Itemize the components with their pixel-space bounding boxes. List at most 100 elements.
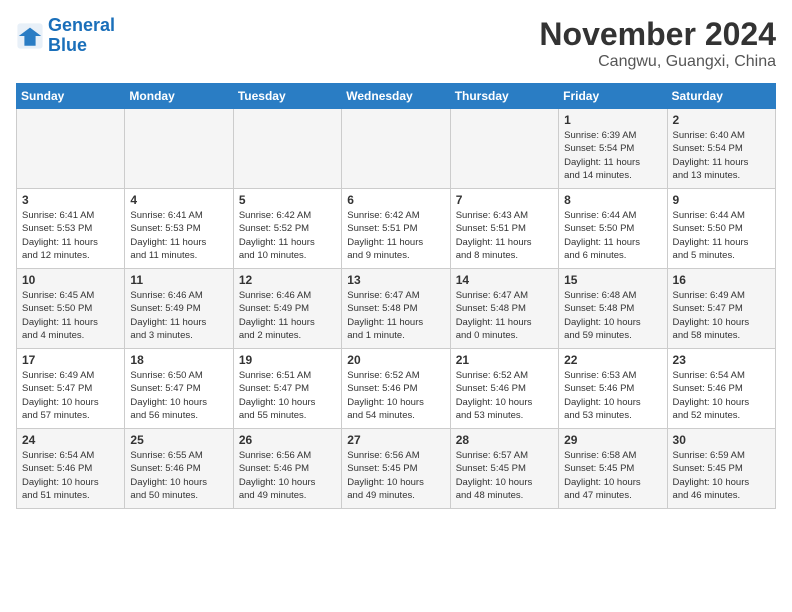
day-number: 26 [239, 433, 336, 447]
day-number: 4 [130, 193, 227, 207]
day-info: Sunrise: 6:39 AM Sunset: 5:54 PM Dayligh… [564, 129, 661, 182]
day-number: 11 [130, 273, 227, 287]
calendar-cell: 13 Sunrise: 6:47 AM Sunset: 5:48 PM Dayli… [342, 269, 450, 349]
day-number: 29 [564, 433, 661, 447]
day-number: 15 [564, 273, 661, 287]
day-info: Sunrise: 6:40 AM Sunset: 5:54 PM Dayligh… [673, 129, 770, 182]
day-info: Sunrise: 6:45 AM Sunset: 5:50 PM Dayligh… [22, 289, 119, 342]
calendar-cell: 7 Sunrise: 6:43 AM Sunset: 5:51 PM Daylig… [450, 189, 558, 269]
day-number: 8 [564, 193, 661, 207]
week-row-5: 24 Sunrise: 6:54 AM Sunset: 5:46 PM Dayli… [17, 429, 776, 509]
day-info: Sunrise: 6:47 AM Sunset: 5:48 PM Dayligh… [347, 289, 444, 342]
calendar-cell: 21 Sunrise: 6:52 AM Sunset: 5:46 PM Dayli… [450, 349, 558, 429]
calendar-cell: 24 Sunrise: 6:54 AM Sunset: 5:46 PM Dayli… [17, 429, 125, 509]
calendar-cell: 27Sunrise: 6:56 AM Sunset: 5:45 PM Dayli… [342, 429, 450, 509]
day-number: 10 [22, 273, 119, 287]
day-number: 1 [564, 113, 661, 127]
weekday-header-wednesday: Wednesday [342, 84, 450, 109]
weekday-header-friday: Friday [559, 84, 667, 109]
calendar-cell: 5 Sunrise: 6:42 AM Sunset: 5:52 PM Daylig… [233, 189, 341, 269]
calendar-cell: 11 Sunrise: 6:46 AM Sunset: 5:49 PM Dayli… [125, 269, 233, 349]
calendar-cell: 26 Sunrise: 6:56 AM Sunset: 5:46 PM Dayli… [233, 429, 341, 509]
weekday-header-monday: Monday [125, 84, 233, 109]
day-info: Sunrise: 6:42 AM Sunset: 5:52 PM Dayligh… [239, 209, 336, 262]
title-block: November 2024 Cangwu, Guangxi, China [539, 16, 776, 71]
calendar-cell: 25Sunrise: 6:55 AM Sunset: 5:46 PM Dayli… [125, 429, 233, 509]
day-number: 7 [456, 193, 553, 207]
week-row-1: 1 Sunrise: 6:39 AM Sunset: 5:54 PM Daylig… [17, 109, 776, 189]
day-number: 22 [564, 353, 661, 367]
day-info: Sunrise: 6:51 AM Sunset: 5:47 PM Dayligh… [239, 369, 336, 422]
day-number: 18 [130, 353, 227, 367]
day-info: Sunrise: 6:57 AM Sunset: 5:45 PM Dayligh… [456, 449, 553, 502]
calendar-cell: 22Sunrise: 6:53 AM Sunset: 5:46 PM Dayli… [559, 349, 667, 429]
calendar-cell: 9 Sunrise: 6:44 AM Sunset: 5:50 PM Daylig… [667, 189, 775, 269]
calendar-cell: 8 Sunrise: 6:44 AM Sunset: 5:50 PM Daylig… [559, 189, 667, 269]
calendar-cell: 10 Sunrise: 6:45 AM Sunset: 5:50 PM Dayli… [17, 269, 125, 349]
day-info: Sunrise: 6:44 AM Sunset: 5:50 PM Dayligh… [564, 209, 661, 262]
day-number: 17 [22, 353, 119, 367]
calendar-cell: 29Sunrise: 6:58 AM Sunset: 5:45 PM Dayli… [559, 429, 667, 509]
logo-text: GeneralBlue [48, 16, 115, 56]
calendar-cell: 4 Sunrise: 6:41 AM Sunset: 5:53 PM Daylig… [125, 189, 233, 269]
day-info: Sunrise: 6:54 AM Sunset: 5:46 PM Dayligh… [673, 369, 770, 422]
calendar-cell [17, 109, 125, 189]
day-number: 14 [456, 273, 553, 287]
calendar-cell: 19 Sunrise: 6:51 AM Sunset: 5:47 PM Dayli… [233, 349, 341, 429]
weekday-header-saturday: Saturday [667, 84, 775, 109]
day-info: Sunrise: 6:54 AM Sunset: 5:46 PM Dayligh… [22, 449, 119, 502]
weekday-header-row: SundayMondayTuesdayWednesdayThursdayFrid… [17, 84, 776, 109]
day-number: 16 [673, 273, 770, 287]
day-number: 21 [456, 353, 553, 367]
day-number: 12 [239, 273, 336, 287]
calendar-cell: 28Sunrise: 6:57 AM Sunset: 5:45 PM Dayli… [450, 429, 558, 509]
day-number: 5 [239, 193, 336, 207]
calendar-cell: 1 Sunrise: 6:39 AM Sunset: 5:54 PM Daylig… [559, 109, 667, 189]
day-info: Sunrise: 6:52 AM Sunset: 5:46 PM Dayligh… [456, 369, 553, 422]
day-info: Sunrise: 6:59 AM Sunset: 5:45 PM Dayligh… [673, 449, 770, 502]
day-number: 24 [22, 433, 119, 447]
calendar-cell: 16Sunrise: 6:49 AM Sunset: 5:47 PM Dayli… [667, 269, 775, 349]
calendar-cell: 15 Sunrise: 6:48 AM Sunset: 5:48 PM Dayli… [559, 269, 667, 349]
logo-icon [16, 22, 44, 50]
day-number: 20 [347, 353, 444, 367]
day-number: 23 [673, 353, 770, 367]
day-info: Sunrise: 6:56 AM Sunset: 5:45 PM Dayligh… [347, 449, 444, 502]
calendar-cell [450, 109, 558, 189]
day-info: Sunrise: 6:46 AM Sunset: 5:49 PM Dayligh… [239, 289, 336, 342]
calendar-cell: 2Sunrise: 6:40 AM Sunset: 5:54 PM Daylig… [667, 109, 775, 189]
week-row-2: 3 Sunrise: 6:41 AM Sunset: 5:53 PM Daylig… [17, 189, 776, 269]
day-number: 30 [673, 433, 770, 447]
day-number: 6 [347, 193, 444, 207]
weekday-header-sunday: Sunday [17, 84, 125, 109]
day-info: Sunrise: 6:42 AM Sunset: 5:51 PM Dayligh… [347, 209, 444, 262]
weekday-header-thursday: Thursday [450, 84, 558, 109]
weekday-header-tuesday: Tuesday [233, 84, 341, 109]
day-info: Sunrise: 6:49 AM Sunset: 5:47 PM Dayligh… [22, 369, 119, 422]
logo: GeneralBlue [16, 16, 115, 56]
calendar-cell: 14 Sunrise: 6:47 AM Sunset: 5:48 PM Dayli… [450, 269, 558, 349]
day-info: Sunrise: 6:56 AM Sunset: 5:46 PM Dayligh… [239, 449, 336, 502]
calendar-cell [342, 109, 450, 189]
calendar-cell: 30 Sunrise: 6:59 AM Sunset: 5:45 PM Dayli… [667, 429, 775, 509]
calendar-subtitle: Cangwu, Guangxi, China [539, 53, 776, 71]
day-number: 9 [673, 193, 770, 207]
day-info: Sunrise: 6:41 AM Sunset: 5:53 PM Dayligh… [130, 209, 227, 262]
calendar-cell: 18 Sunrise: 6:50 AM Sunset: 5:47 PM Dayli… [125, 349, 233, 429]
day-info: Sunrise: 6:50 AM Sunset: 5:47 PM Dayligh… [130, 369, 227, 422]
day-info: Sunrise: 6:46 AM Sunset: 5:49 PM Dayligh… [130, 289, 227, 342]
calendar-cell: 17 Sunrise: 6:49 AM Sunset: 5:47 PM Dayli… [17, 349, 125, 429]
week-row-3: 10 Sunrise: 6:45 AM Sunset: 5:50 PM Dayli… [17, 269, 776, 349]
day-number: 3 [22, 193, 119, 207]
page-header: GeneralBlue November 2024 Cangwu, Guangx… [16, 16, 776, 71]
day-number: 19 [239, 353, 336, 367]
calendar-cell: 6 Sunrise: 6:42 AM Sunset: 5:51 PM Daylig… [342, 189, 450, 269]
day-info: Sunrise: 6:44 AM Sunset: 5:50 PM Dayligh… [673, 209, 770, 262]
day-number: 13 [347, 273, 444, 287]
calendar-cell: 12 Sunrise: 6:46 AM Sunset: 5:49 PM Dayli… [233, 269, 341, 349]
day-info: Sunrise: 6:43 AM Sunset: 5:51 PM Dayligh… [456, 209, 553, 262]
calendar-cell [125, 109, 233, 189]
day-info: Sunrise: 6:47 AM Sunset: 5:48 PM Dayligh… [456, 289, 553, 342]
calendar-table: SundayMondayTuesdayWednesdayThursdayFrid… [16, 83, 776, 509]
day-info: Sunrise: 6:48 AM Sunset: 5:48 PM Dayligh… [564, 289, 661, 342]
